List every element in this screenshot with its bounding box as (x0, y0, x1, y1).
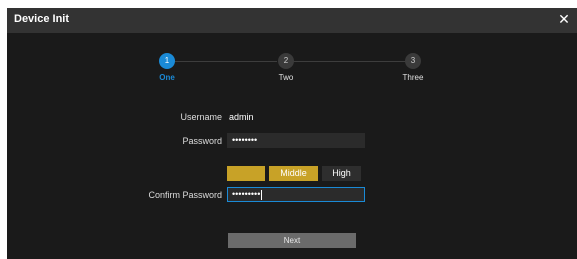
step-3-indicator: 3 (405, 53, 421, 69)
strength-low-segment (227, 166, 265, 181)
username-label: Username (180, 112, 222, 122)
dialog-title: Device Init (14, 13, 70, 25)
confirm-password-field-value: ••••••••• (232, 189, 261, 199)
password-field[interactable]: •••••••• (227, 133, 365, 148)
password-field-value: •••••••• (232, 135, 258, 145)
strength-high-segment: High (322, 166, 361, 181)
device-init-dialog: Device Init ✕ 1 2 3 One Two Three Userna… (7, 8, 577, 259)
step-3-label: Three (402, 73, 424, 82)
step-2-indicator: 2 (278, 53, 294, 69)
dialog-titlebar: Device Init ✕ (7, 8, 577, 33)
step-1-indicator: 1 (159, 53, 175, 69)
step-connector-1-2 (175, 61, 277, 62)
password-label: Password (182, 136, 222, 146)
next-button[interactable]: Next (228, 233, 356, 248)
confirm-password-field[interactable]: ••••••••• (227, 187, 365, 202)
text-caret (261, 189, 263, 200)
step-1-label: One (159, 73, 175, 82)
step-2-label: Two (278, 73, 294, 82)
close-icon[interactable]: ✕ (557, 11, 571, 27)
username-value: admin (229, 112, 254, 122)
step-connector-2-3 (293, 61, 406, 62)
strength-middle-segment: Middle (269, 166, 318, 181)
confirm-password-label: Confirm Password (148, 190, 222, 200)
